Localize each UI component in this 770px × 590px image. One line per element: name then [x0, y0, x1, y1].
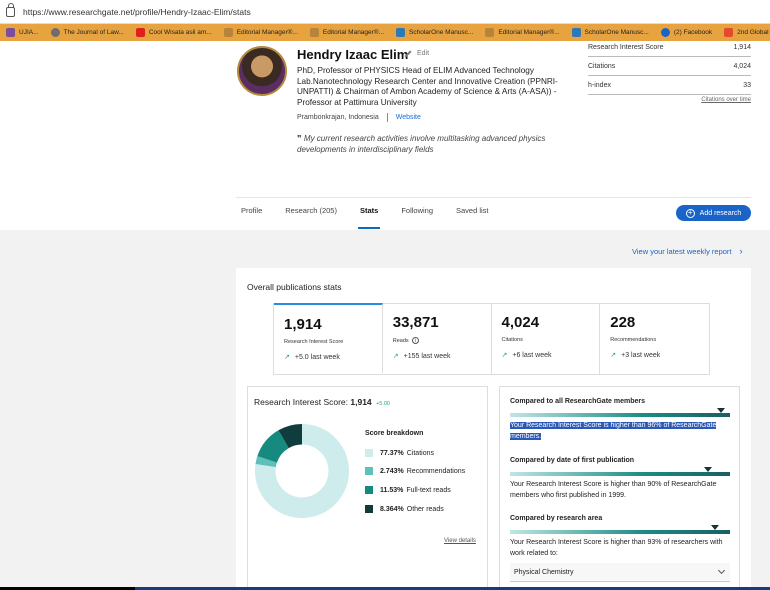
tab-research[interactable]: Research (205): [285, 206, 337, 230]
bookmark-item[interactable]: 2nd Global: [718, 28, 770, 37]
bookmark-favicon-icon: [6, 28, 15, 37]
bookmark-favicon-icon: [571, 28, 581, 37]
tab-profile[interactable]: Profile: [241, 206, 262, 230]
comparison-bar: [510, 525, 730, 534]
metric-ris: Research Interest Score 1,914: [588, 44, 751, 63]
lock-icon: [6, 2, 15, 17]
edit-profile-button[interactable]: Edit: [404, 49, 429, 58]
youtube-icon: [135, 28, 145, 37]
tab-stats[interactable]: Stats: [357, 206, 381, 230]
website-link[interactable]: Website: [396, 114, 421, 121]
bookmark-favicon-icon: [309, 28, 319, 37]
divider: [236, 197, 751, 198]
research-area-select[interactable]: Physical Chemistry: [510, 563, 730, 582]
stats-row: 1,914 Research Interest Score ↗ +5.0 last…: [273, 303, 710, 375]
bookmark-item[interactable]: The Journal of Law...: [45, 28, 130, 37]
info-icon[interactable]: i: [411, 337, 419, 344]
quote-icon: ❞: [297, 134, 304, 143]
bookmark-favicon-icon: [485, 28, 495, 37]
comparison-bar: [510, 408, 730, 417]
score-breakdown-donut: [254, 423, 350, 519]
legend-full-text-reads: 11.53% Full-text reads: [365, 486, 451, 494]
comparison-bar: [510, 467, 730, 476]
profile-description: PhD, Professor of PHYSICS Head of ELIM A…: [297, 66, 558, 107]
bookmark-item[interactable]: Editorial Manager®...: [304, 28, 390, 37]
weekly-report-link[interactable]: View your latest weekly report ›: [632, 246, 743, 256]
bookmark-item[interactable]: (2) Facebook: [655, 28, 718, 37]
profile-metrics: Research Interest Score 1,914 Citations …: [588, 44, 751, 103]
stat-reads[interactable]: 33,871 Reads i ↗ +155 last week: [382, 304, 492, 374]
section-title: Overall publications stats: [247, 282, 342, 292]
legend-swatch: [365, 467, 373, 475]
metric-underline: [588, 94, 751, 95]
tab-saved-list[interactable]: Saved list: [456, 206, 489, 230]
stat-recommendations[interactable]: 228 Recommendations ↗ +3 last week: [600, 304, 709, 374]
bookmark-item[interactable]: Editorial Manager®...: [479, 28, 565, 37]
bookmark-item[interactable]: UJIA...: [0, 28, 45, 37]
address-bar[interactable]: https://www.researchgate.net/profile/Hen…: [0, 0, 770, 24]
ris-panel-title: Research Interest Score: 1,914 +5.00: [254, 397, 390, 407]
tab-following[interactable]: Following: [401, 206, 433, 230]
divider: [386, 113, 388, 122]
legend-swatch: [365, 505, 373, 513]
location-text: Prambonkrajan, Indonesia: [297, 114, 379, 121]
profile-tabs: Profile Research (205) Stats Following S…: [241, 206, 512, 230]
percentile-marker: [704, 467, 712, 472]
bookmark-item[interactable]: ScholarOne Manusc...: [390, 28, 479, 37]
profile-location-row: Prambonkrajan, Indonesia Website: [297, 113, 421, 122]
metric-citations: Citations 4,024: [588, 63, 751, 82]
comparison-title: Compared by research area: [510, 515, 603, 522]
view-details-link[interactable]: View details: [444, 538, 476, 544]
stat-research-interest-score[interactable]: 1,914 Research Interest Score ↗ +5.0 last…: [274, 303, 383, 373]
bookmarks-bar: UJIA... The Journal of Law... Cool Wisat…: [0, 24, 770, 41]
comparison-text: Your Research Interest Score is higher t…: [510, 481, 717, 499]
metric-hindex: h-index 33: [588, 82, 751, 101]
legend-citations: 77.37% Citations: [365, 449, 434, 457]
comparison-title: Compared by date of first publication: [510, 457, 635, 464]
percentile-marker: [717, 408, 726, 413]
facebook-icon: [660, 28, 670, 37]
comparison-text: Your Research Interest Score is higher t…: [510, 422, 717, 440]
chevron-right-icon: ›: [739, 246, 743, 256]
bookmark-item[interactable]: ScholarOne Manusc...: [566, 28, 655, 37]
comparison-title: Compared to all ResearchGate members: [510, 398, 645, 405]
profile-quote: ❞ My current research activities involve…: [297, 134, 546, 154]
metric-underline: [588, 56, 751, 57]
score-breakdown-title: Score breakdown: [365, 430, 424, 437]
bookmark-favicon-icon: [396, 28, 406, 37]
legend-swatch: [365, 486, 373, 494]
metric-underline: [588, 75, 751, 76]
pencil-icon: [404, 49, 412, 58]
bookmark-favicon-icon: [50, 28, 60, 37]
trend-up-icon: ↗: [392, 353, 399, 360]
legend-recommendations: 2.743% Recommendations: [365, 467, 465, 475]
bookmark-favicon-icon: [724, 28, 734, 37]
avatar[interactable]: [237, 46, 287, 96]
stat-citations[interactable]: 4,024 Citations ↗ +6 last week: [491, 304, 601, 374]
trend-up-icon: ↗: [501, 352, 508, 359]
profile-name: Hendry Izaac Elim: [297, 47, 409, 62]
legend-other-reads: 8.364% Other reads: [365, 505, 444, 513]
bookmark-item[interactable]: Editorial Manager®...: [218, 28, 304, 37]
add-research-button[interactable]: + Add research: [676, 205, 751, 221]
legend-swatch: [365, 449, 373, 457]
comparison-text: Your Research Interest Score is higher t…: [510, 539, 723, 557]
url-text[interactable]: https://www.researchgate.net/profile/Hen…: [23, 7, 251, 17]
plus-icon: +: [685, 208, 695, 218]
percentile-marker: [710, 525, 719, 530]
bookmark-item[interactable]: Cool Wisata asli am...: [130, 28, 218, 37]
chevron-down-icon: [717, 566, 726, 575]
trend-up-icon: ↗: [284, 354, 290, 361]
bookmark-favicon-icon: [223, 28, 233, 37]
trend-up-icon: ↗: [610, 352, 617, 359]
